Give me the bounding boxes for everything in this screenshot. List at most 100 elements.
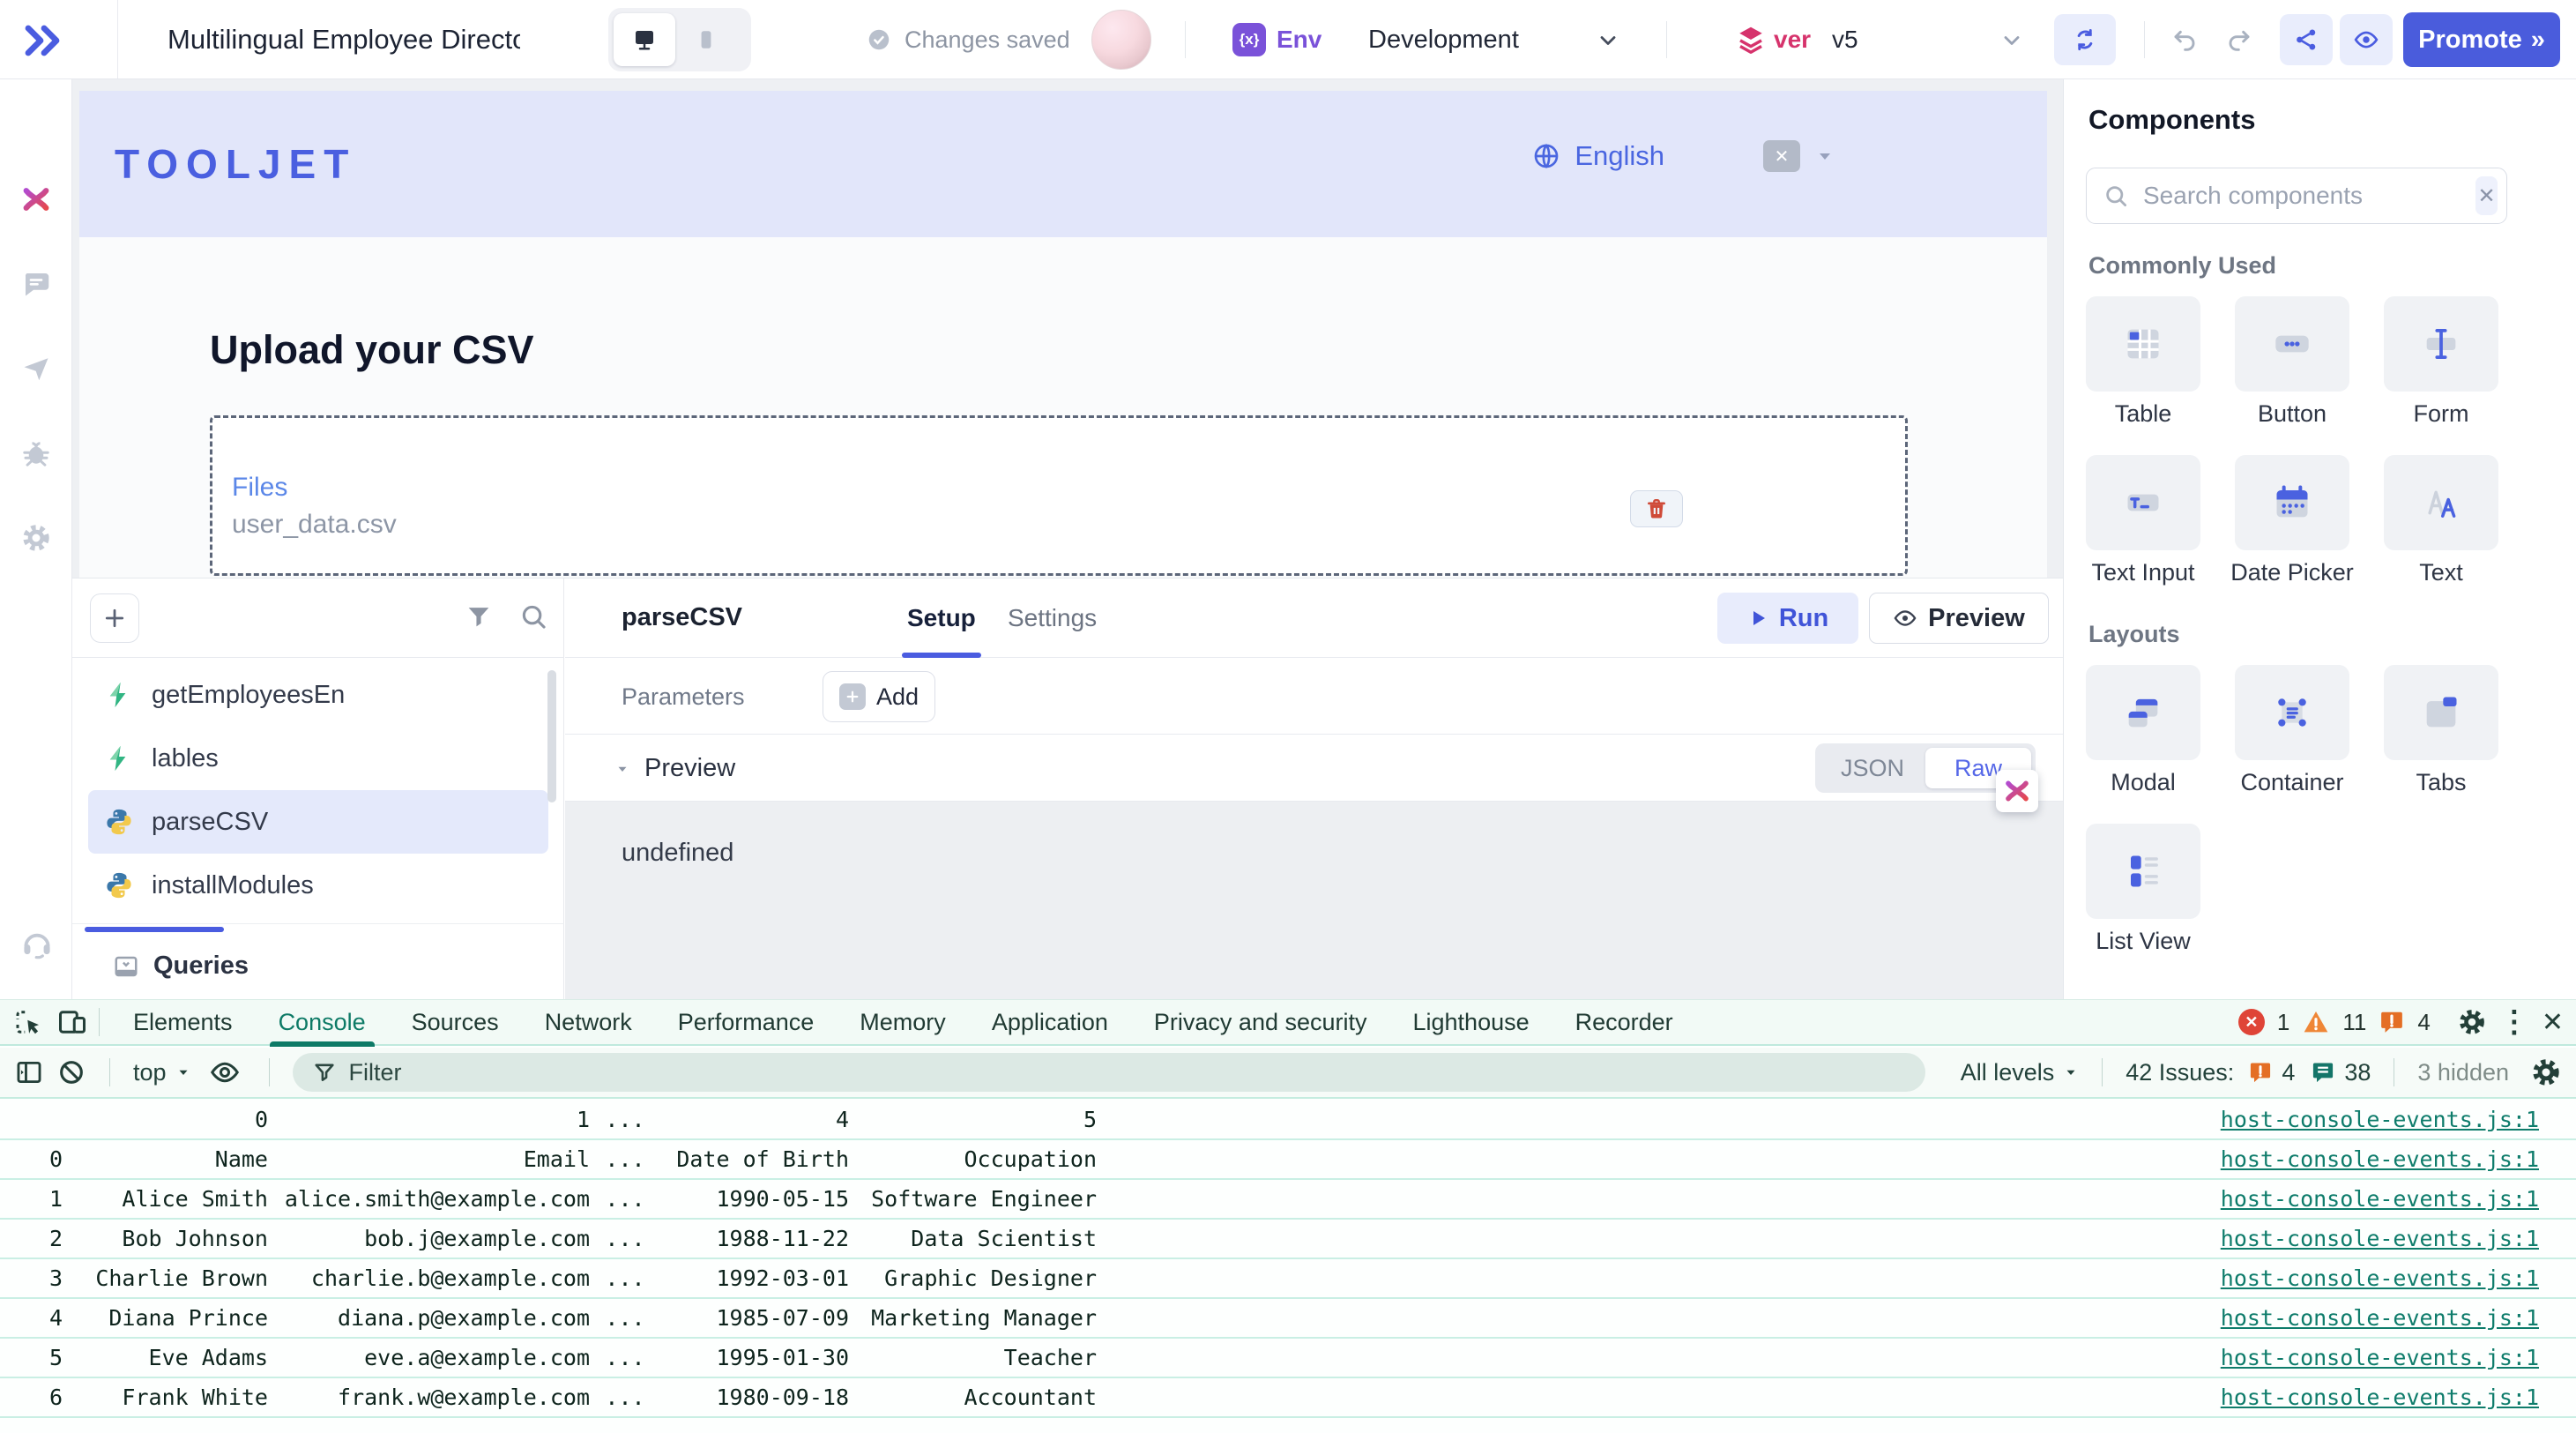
version-selector[interactable]: v5 xyxy=(1832,0,1858,79)
tab-setup[interactable]: Setup xyxy=(907,578,976,658)
mobile-toggle-button[interactable] xyxy=(675,13,737,66)
devtools-tab-memory[interactable]: Memory xyxy=(837,999,969,1045)
component-tile-modal[interactable] xyxy=(2086,665,2200,760)
promote-button[interactable]: Promote » xyxy=(2403,12,2560,67)
add-parameter-button[interactable]: Add xyxy=(823,671,935,722)
query-list-item-lables[interactable]: lables xyxy=(88,727,548,790)
inspect-element-icon[interactable] xyxy=(12,1006,44,1038)
toggle-json[interactable]: JSON xyxy=(1820,748,1925,788)
console-source-link[interactable]: host-console-events.js:1 xyxy=(2221,1226,2539,1251)
delete-file-button[interactable] xyxy=(1630,490,1683,527)
console-sidebar-icon[interactable] xyxy=(14,1057,44,1087)
console-toolbar: top Filter All levels 42 Issues: 4 38 3 … xyxy=(0,1048,2576,1099)
query-list-item-parseCSV[interactable]: parseCSV xyxy=(88,790,548,854)
console-source-link[interactable]: host-console-events.js:1 xyxy=(2221,1345,2539,1370)
live-expression-icon[interactable] xyxy=(209,1056,241,1088)
devtools-tab-sources[interactable]: Sources xyxy=(389,999,522,1045)
query-name[interactable]: parseCSV xyxy=(622,603,742,632)
query-list-scrollbar[interactable] xyxy=(547,670,556,802)
tooljet-x-icon[interactable] xyxy=(20,183,52,215)
error-badge-icon[interactable]: ✕ xyxy=(2238,1009,2265,1035)
console-source-link[interactable]: host-console-events.js:1 xyxy=(2221,1305,2539,1331)
component-tile-tabs[interactable] xyxy=(2384,665,2498,760)
clear-console-icon[interactable] xyxy=(56,1057,86,1087)
env-chevron-icon[interactable] xyxy=(1596,28,1620,53)
console-settings-icon[interactable] xyxy=(2530,1056,2562,1088)
context-selector[interactable]: top xyxy=(133,1059,191,1086)
console-source-link[interactable]: host-console-events.js:1 xyxy=(2221,1107,2539,1132)
query-list-item-installModules[interactable]: installModules xyxy=(88,854,548,917)
language-value[interactable]: English xyxy=(1575,140,1664,172)
language-caret-icon[interactable] xyxy=(1814,146,1835,167)
component-tile-form[interactable] xyxy=(2384,296,2498,392)
file-upload-dropzone[interactable]: Files user_data.csv xyxy=(210,415,1908,576)
issues-summary[interactable]: 42 Issues: 4 38 xyxy=(2126,1059,2371,1086)
component-tile-listview[interactable] xyxy=(2086,824,2200,919)
desktop-toggle-button[interactable] xyxy=(614,13,675,66)
console-source-link[interactable]: host-console-events.js:1 xyxy=(2221,1146,2539,1172)
devtools-tab-privacy-and-security[interactable]: Privacy and security xyxy=(1131,999,1390,1045)
language-dropdown[interactable]: English ✕ xyxy=(1532,140,1835,172)
console-source-link[interactable]: host-console-events.js:1 xyxy=(2221,1186,2539,1212)
devtools-tab-recorder[interactable]: Recorder xyxy=(1552,999,1696,1045)
devtools-close-icon[interactable]: ✕ xyxy=(2542,1007,2564,1038)
query-editor-header: parseCSV Setup Settings Run Preview xyxy=(565,578,2063,658)
devtools-tab-application[interactable]: Application xyxy=(969,999,1131,1045)
clear-language-button[interactable]: ✕ xyxy=(1763,140,1800,172)
component-tile-text[interactable] xyxy=(2384,455,2498,550)
clear-search-button[interactable]: ✕ xyxy=(2475,176,2498,215)
devtools-menu-icon[interactable]: ⋮ xyxy=(2499,1004,2529,1040)
tab-settings[interactable]: Settings xyxy=(1008,578,1097,658)
preview-label: Preview xyxy=(1928,604,2025,633)
query-list: getEmployeesEnlablesparseCSVinstallModul… xyxy=(72,578,564,1000)
gear-icon[interactable] xyxy=(20,522,52,554)
devtools-settings-icon[interactable] xyxy=(2457,1007,2487,1037)
component-tile-datepicker[interactable] xyxy=(2235,455,2349,550)
add-query-button[interactable] xyxy=(90,593,139,643)
issues-count[interactable]: 4 xyxy=(2417,1009,2430,1036)
filter-queries-icon[interactable] xyxy=(464,601,494,631)
share-button[interactable] xyxy=(2280,14,2333,65)
devtools-tab-console[interactable]: Console xyxy=(256,999,389,1045)
redo-icon xyxy=(2225,26,2253,54)
devtools-tab-network[interactable]: Network xyxy=(522,999,655,1045)
preview-section-toggle[interactable]: Preview xyxy=(614,754,735,783)
component-search-input[interactable] xyxy=(2143,182,2461,210)
component-tile-table[interactable] xyxy=(2086,296,2200,392)
env-selector[interactable]: Development xyxy=(1368,0,1519,79)
preview-query-button[interactable]: Preview xyxy=(1869,593,2049,644)
devtools-tab-elements[interactable]: Elements xyxy=(110,999,256,1045)
warning-badge-icon[interactable] xyxy=(2302,1008,2330,1036)
tooljet-logo-icon[interactable] xyxy=(21,19,63,60)
zap-icon xyxy=(104,743,134,773)
component-tile-text-input[interactable] xyxy=(2086,455,2200,550)
console-filter-input[interactable]: Filter xyxy=(293,1053,1925,1092)
log-levels-dropdown[interactable]: All levels xyxy=(1961,1059,2080,1086)
app-title[interactable]: Multilingual Employee Director xyxy=(168,24,520,56)
redo-button[interactable] xyxy=(2218,19,2260,60)
queries-footer-tab[interactable]: Queries xyxy=(72,932,564,1000)
error-count[interactable]: 1 xyxy=(2277,1009,2289,1036)
warning-count[interactable]: 11 xyxy=(2342,1009,2366,1036)
undo-button[interactable] xyxy=(2163,19,2206,60)
release-sync-button[interactable] xyxy=(2054,14,2116,65)
console-source-link[interactable]: host-console-events.js:1 xyxy=(2221,1265,2539,1291)
button-icon xyxy=(2267,319,2317,369)
devtools-tab-performance[interactable]: Performance xyxy=(655,999,838,1045)
component-tile-container[interactable] xyxy=(2235,665,2349,760)
chat-icon[interactable] xyxy=(20,268,52,300)
search-queries-icon[interactable] xyxy=(518,601,548,631)
preview-app-button[interactable] xyxy=(2340,14,2393,65)
avatar[interactable] xyxy=(1091,10,1151,70)
device-toolbar-icon[interactable] xyxy=(56,1006,88,1038)
version-chevron-icon[interactable] xyxy=(1999,28,2024,53)
headset-icon[interactable] xyxy=(20,928,52,959)
send-icon[interactable] xyxy=(20,353,52,384)
devtools-tab-lighthouse[interactable]: Lighthouse xyxy=(1390,999,1552,1045)
issues-badge-icon[interactable] xyxy=(2379,1009,2405,1035)
console-source-link[interactable]: host-console-events.js:1 xyxy=(2221,1384,2539,1410)
run-query-button[interactable]: Run xyxy=(1717,593,1858,644)
bug-icon[interactable] xyxy=(20,437,52,469)
query-list-item-getEmployeesEn[interactable]: getEmployeesEn xyxy=(88,663,548,727)
component-tile-button[interactable] xyxy=(2235,296,2349,392)
